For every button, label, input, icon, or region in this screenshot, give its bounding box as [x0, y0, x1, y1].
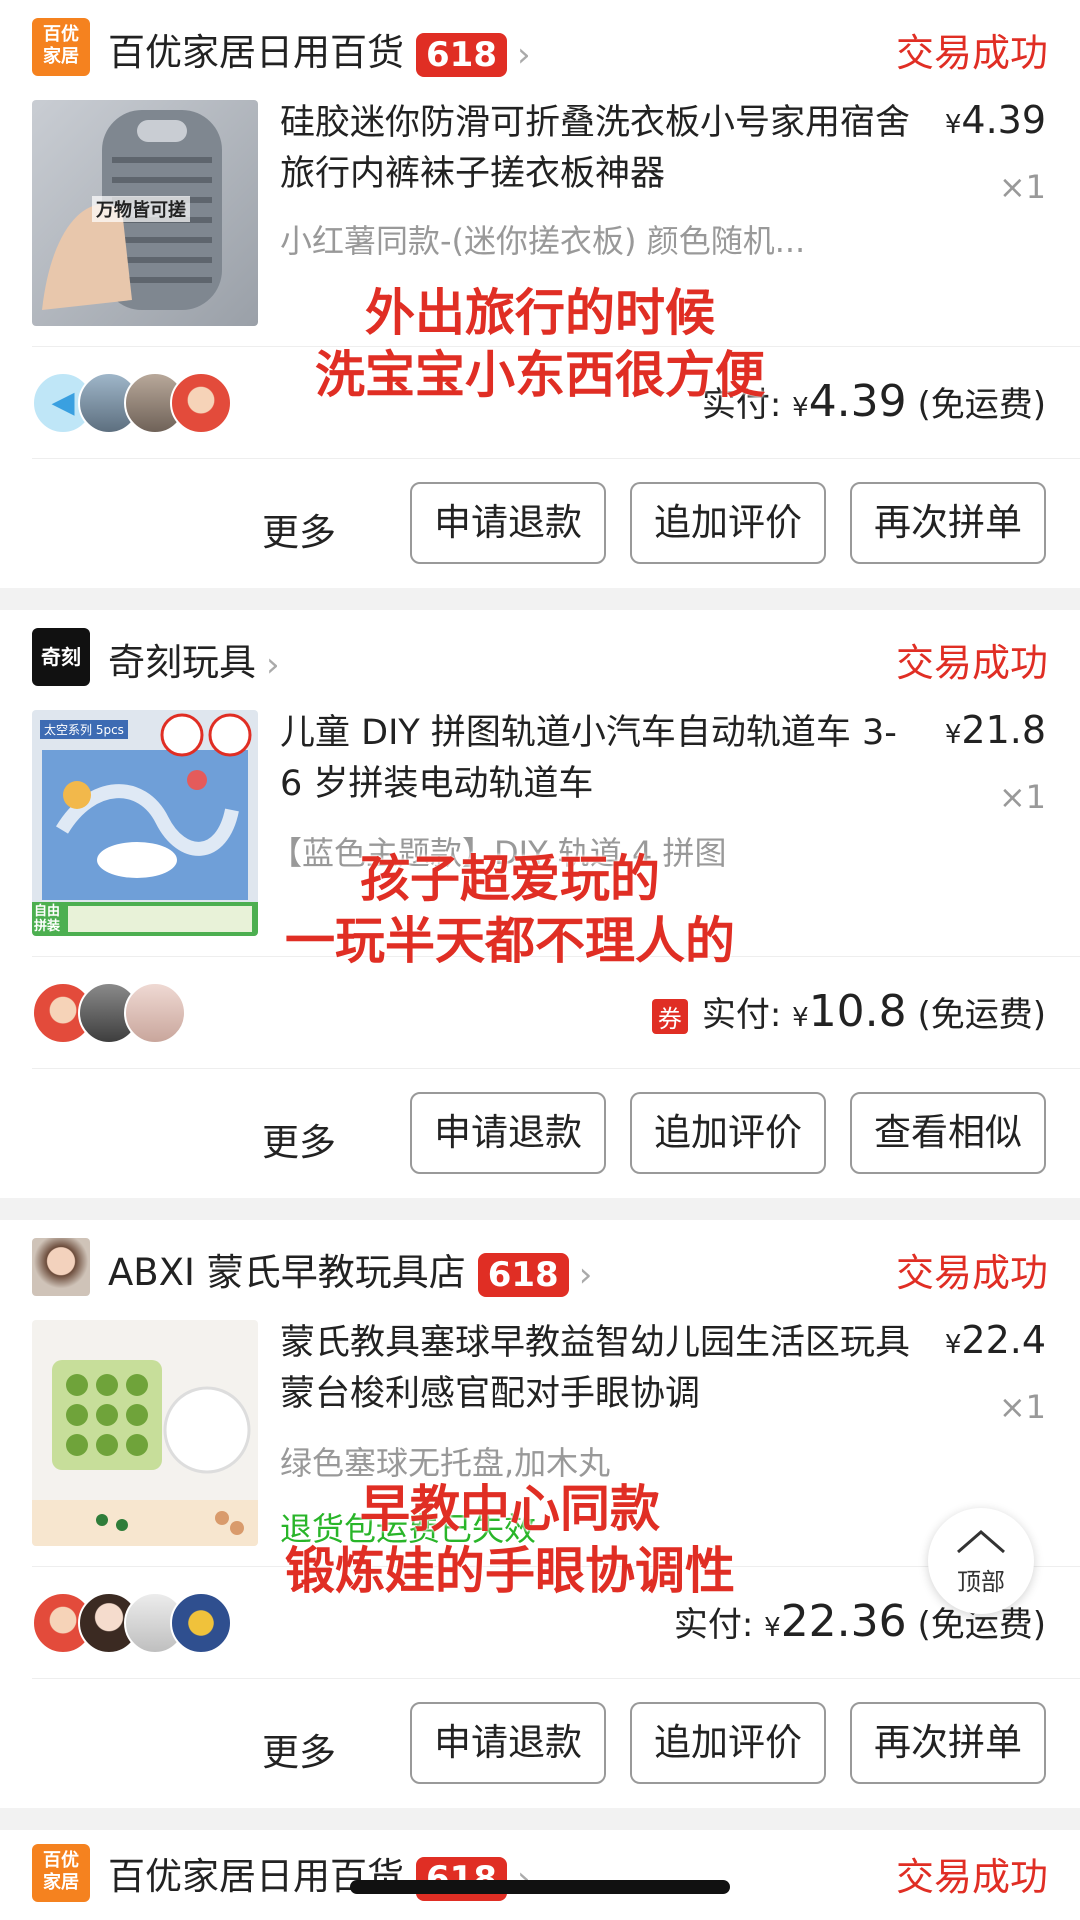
product-title[interactable]: 蒙氏教具塞球早教益智幼儿园生活区玩具蒙台梭利感官配对手眼协调	[280, 1318, 910, 1420]
caption-overlay: 早教中心同款 锻炼娃的手眼协调性	[200, 1478, 820, 1602]
promo-badge: 618	[477, 1252, 569, 1297]
paid-label: 实付:	[673, 1605, 754, 1645]
order-status: 交易成功	[895, 1855, 1048, 1899]
shop-name[interactable]: 百优家居日用百货 618 ›	[108, 22, 531, 77]
product-spec: 小红薯同款-(迷你搓衣板) 颜色随机...	[280, 222, 806, 260]
product-price: ¥4.39	[944, 98, 1046, 142]
shipping-note: (免运费)	[917, 385, 1046, 425]
shop-logo: 奇刻	[32, 628, 90, 686]
avatar	[124, 982, 186, 1044]
coupon-icon: 券	[651, 999, 688, 1034]
caption-overlay: 外出旅行的时候 洗宝宝小东西很方便	[240, 282, 840, 406]
more-button[interactable]: 更多	[262, 1112, 336, 1166]
back-to-top-button[interactable]: 顶部	[928, 1508, 1034, 1614]
caption-line: 锻炼娃的手眼协调性	[285, 1542, 735, 1600]
refund-button[interactable]: 申请退款	[410, 1702, 606, 1784]
order-status: 交易成功	[895, 641, 1048, 685]
refund-button[interactable]: 申请退款	[410, 1092, 606, 1174]
product-price: ¥21.8	[944, 708, 1046, 752]
chevron-up-icon	[957, 1530, 1005, 1554]
product-title[interactable]: 硅胶迷你防滑可折叠洗衣板小号家用宿舍旅行内裤袜子搓衣板神器	[280, 98, 910, 200]
product-qty: ×1	[998, 778, 1046, 816]
chevron-right-icon: ›	[516, 34, 531, 75]
shipping-note: (免运费)	[917, 995, 1046, 1035]
price-value: 21.8	[961, 708, 1046, 752]
caption-line: 孩子超爱玩的	[360, 850, 660, 908]
yen-symbol: ¥	[764, 1613, 781, 1643]
shop-name[interactable]: 奇刻玩具 ›	[108, 632, 280, 686]
caption-overlay: 孩子超爱玩的 一玩半天都不理人的	[220, 848, 800, 972]
promo-badge: 618	[416, 32, 507, 77]
order-separator	[0, 588, 1080, 610]
caption-line: 一玩半天都不理人的	[285, 912, 735, 970]
product-qty: ×1	[998, 1388, 1046, 1426]
avatar	[170, 372, 232, 434]
view-similar-button[interactable]: 查看相似	[850, 1092, 1046, 1174]
paid-value: 22.36	[780, 1596, 907, 1647]
shop-header[interactable]: 百优家居 百优家居日用百货 618 › 交易成功	[32, 1830, 1048, 1910]
paid-value: 10.8	[808, 986, 907, 1037]
order-status: 交易成功	[895, 31, 1048, 75]
product-price: ¥22.4	[944, 1318, 1046, 1362]
more-button[interactable]: 更多	[262, 502, 336, 556]
product-qty: ×1	[998, 168, 1046, 206]
back-to-top-label: 顶部	[957, 1568, 1005, 1596]
caption-line: 洗宝宝小东西很方便	[315, 346, 765, 404]
chevron-right-icon: ›	[266, 644, 280, 685]
shop-name-text: 奇刻玩具	[108, 641, 256, 684]
reorder-button[interactable]: 再次拼单	[850, 1702, 1046, 1784]
shop-logo-text: 奇刻	[41, 645, 81, 669]
reorder-button[interactable]: 再次拼单	[850, 482, 1046, 564]
shop-name[interactable]: ABXI 蒙氏早教玩具店 618 ›	[108, 1242, 592, 1297]
divider	[32, 458, 1080, 459]
divider	[32, 1068, 1080, 1069]
shop-logo: 百优家居	[32, 18, 90, 76]
order-separator	[0, 1808, 1080, 1830]
thumb-tag: 太空系列 5pcs	[40, 720, 128, 739]
shop-name-text: ABXI 蒙氏早教玩具店	[108, 1251, 466, 1294]
paid-amount: 券实付: ¥10.8 (免运费)	[651, 986, 1046, 1037]
shop-logo-text: 百优家居	[43, 24, 79, 67]
shop-header[interactable]: 百优家居 百优家居日用百货 618 › 交易成功	[32, 0, 1048, 80]
shop-header[interactable]: 奇刻 奇刻玩具 › 交易成功	[32, 610, 1048, 690]
order-card: 百优家居 百优家居日用百货 618 › 交易成功	[0, 1830, 1080, 1920]
refund-button[interactable]: 申请退款	[410, 482, 606, 564]
shop-header[interactable]: ABXI 蒙氏早教玩具店 618 › 交易成功	[32, 1220, 1048, 1300]
home-indicator	[350, 1880, 730, 1894]
thumb-caption: 万物皆可搓	[92, 196, 190, 222]
yen-symbol: ¥	[792, 1003, 809, 1033]
price-value: 22.4	[961, 1318, 1046, 1362]
order-separator	[0, 1198, 1080, 1220]
more-button[interactable]: 更多	[262, 1722, 336, 1776]
shop-logo-text: 百优家居	[43, 1850, 79, 1893]
shop-logo: 百优家居	[32, 1844, 90, 1902]
price-value: 4.39	[961, 98, 1046, 142]
add-review-button[interactable]: 追加评价	[630, 1702, 826, 1784]
paid-label: 实付:	[701, 995, 782, 1035]
add-review-button[interactable]: 追加评价	[630, 482, 826, 564]
chevron-right-icon: ›	[578, 1254, 593, 1295]
thumb-caption: 自由拼装	[34, 904, 61, 934]
caption-line: 外出旅行的时候	[365, 284, 715, 342]
caption-line: 早教中心同款	[360, 1480, 660, 1538]
divider	[32, 1678, 1080, 1679]
order-status: 交易成功	[895, 1251, 1048, 1295]
product-image[interactable]: 万物皆可搓	[32, 100, 258, 326]
shop-avatar	[32, 1238, 90, 1296]
add-review-button[interactable]: 追加评价	[630, 1092, 826, 1174]
product-title[interactable]: 儿童 DIY 拼图轨道小汽车自动轨道车 3-6 岁拼装电动轨道车	[280, 708, 910, 810]
shop-name-text: 百优家居日用百货	[108, 31, 404, 74]
